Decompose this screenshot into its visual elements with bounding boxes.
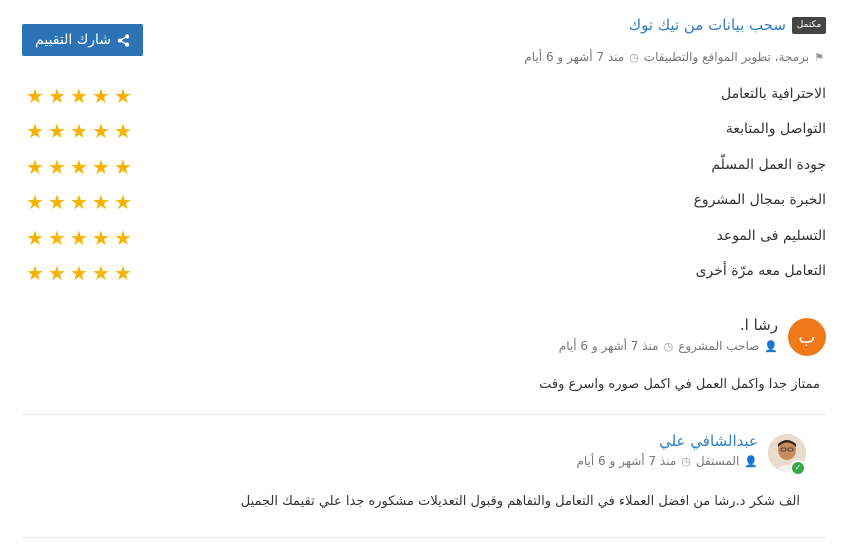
project-meta: ⚑ برمجة، تطوير المواقع والتطبيقات ◷ منذ … (524, 50, 824, 64)
star-icon: ★ (26, 261, 44, 285)
star-icon: ★ (114, 155, 132, 179)
star-icon: ★ (26, 119, 44, 143)
star-icon: ★ (114, 84, 132, 108)
star-icon: ★ (70, 155, 88, 179)
status-badge: مكتمل (792, 17, 826, 34)
star-icon: ★ (114, 261, 132, 285)
rating-row: ★ ★ ★ ★ ★ الخبرة بمجال المشروع (26, 192, 826, 212)
rating-row: ★ ★ ★ ★ ★ التواصل والمتابعة (26, 121, 826, 141)
star-icon: ★ (92, 84, 110, 108)
rating-label: الخبرة بمجال المشروع (693, 192, 826, 208)
freelancer-meta: 👤 المستقل ◷ منذ 7 أشهر و 6 أيام (576, 454, 758, 468)
freelancer-time: منذ 7 أشهر و 6 أيام (576, 454, 677, 468)
star-icon: ★ (70, 84, 88, 108)
star-icon: ★ (114, 226, 132, 250)
rating-label: التسليم فى الموعد (716, 228, 827, 244)
star-icon: ★ (48, 155, 66, 179)
user-icon: 👤 (744, 454, 758, 468)
star-icon: ★ (92, 226, 110, 250)
share-icon (117, 33, 130, 47)
owner-role: صاحب المشروع (678, 339, 760, 353)
project-time: منذ 7 أشهر و 6 أيام (524, 50, 625, 64)
clock-icon: ◷ (681, 454, 691, 468)
rating-row: ★ ★ ★ ★ ★ التسليم فى الموعد (26, 228, 826, 248)
star-icon: ★ (26, 226, 44, 250)
star-icon: ★ (70, 190, 88, 214)
star-icon: ★ (48, 119, 66, 143)
star-icon: ★ (26, 84, 44, 108)
rating-label: التعامل معه مرّة أخرى (695, 263, 826, 279)
star-rating: ★ ★ ★ ★ ★ (26, 226, 132, 250)
freelancer-review-text: الف شكر د.رشا من افضل العملاء في التعامل… (240, 494, 800, 509)
project-title-link[interactable]: سحب بيانات من تيك توك (629, 16, 786, 34)
user-icon: 👤 (764, 339, 778, 353)
star-rating: ★ ★ ★ ★ ★ (26, 84, 132, 108)
owner-time: منذ 7 أشهر و 6 أيام (558, 339, 659, 353)
clock-icon: ◷ (663, 339, 674, 353)
project-category[interactable]: برمجة، تطوير المواقع والتطبيقات (644, 50, 809, 64)
star-icon: ★ (92, 261, 110, 285)
star-icon: ★ (48, 84, 66, 108)
star-icon: ★ (26, 155, 44, 179)
star-icon: ★ (26, 190, 44, 214)
star-icon: ★ (70, 119, 88, 143)
avatar[interactable]: ب (788, 318, 826, 356)
tags-icon: ⚑ (814, 50, 824, 64)
star-icon: ★ (70, 261, 88, 285)
rating-row: ★ ★ ★ ★ ★ التعامل معه مرّة أخرى (26, 263, 826, 283)
star-icon: ★ (48, 261, 66, 285)
clock-icon: ◷ (629, 50, 639, 64)
star-icon: ★ (92, 155, 110, 179)
online-check-icon: ✓ (790, 460, 806, 476)
star-icon: ★ (48, 226, 66, 250)
share-rating-button[interactable]: شارك التقييم (22, 24, 143, 56)
freelancer-role: المستقل (695, 454, 740, 468)
rating-label: جودة العمل المسلّم (711, 157, 826, 173)
divider (22, 537, 826, 538)
owner-name[interactable]: رشا ا. (740, 316, 778, 334)
star-icon: ★ (114, 190, 132, 214)
rating-row: ★ ★ ★ ★ ★ جودة العمل المسلّم (26, 157, 826, 177)
star-rating: ★ ★ ★ ★ ★ (26, 261, 132, 285)
star-icon: ★ (114, 119, 132, 143)
freelancer-name[interactable]: عبدالشافي علي (659, 432, 758, 450)
star-rating: ★ ★ ★ ★ ★ (26, 155, 132, 179)
divider (22, 414, 826, 415)
rating-row: ★ ★ ★ ★ ★ الاحترافية بالتعامل (26, 86, 826, 106)
star-icon: ★ (92, 119, 110, 143)
owner-meta: 👤 صاحب المشروع ◷ منذ 7 أشهر و 6 أيام (559, 339, 778, 353)
star-icon: ★ (48, 190, 66, 214)
rating-label: التواصل والمتابعة (725, 121, 826, 137)
star-rating: ★ ★ ★ ★ ★ (26, 119, 132, 143)
share-label: شارك التقييم (35, 32, 111, 48)
star-icon: ★ (92, 190, 110, 214)
star-icon: ★ (70, 226, 88, 250)
star-rating: ★ ★ ★ ★ ★ (26, 190, 132, 214)
rating-label: الاحترافية بالتعامل (720, 86, 826, 102)
owner-review-text: ممتاز جدا واكمل العمل في اكمل صوره واسرع… (539, 377, 820, 392)
